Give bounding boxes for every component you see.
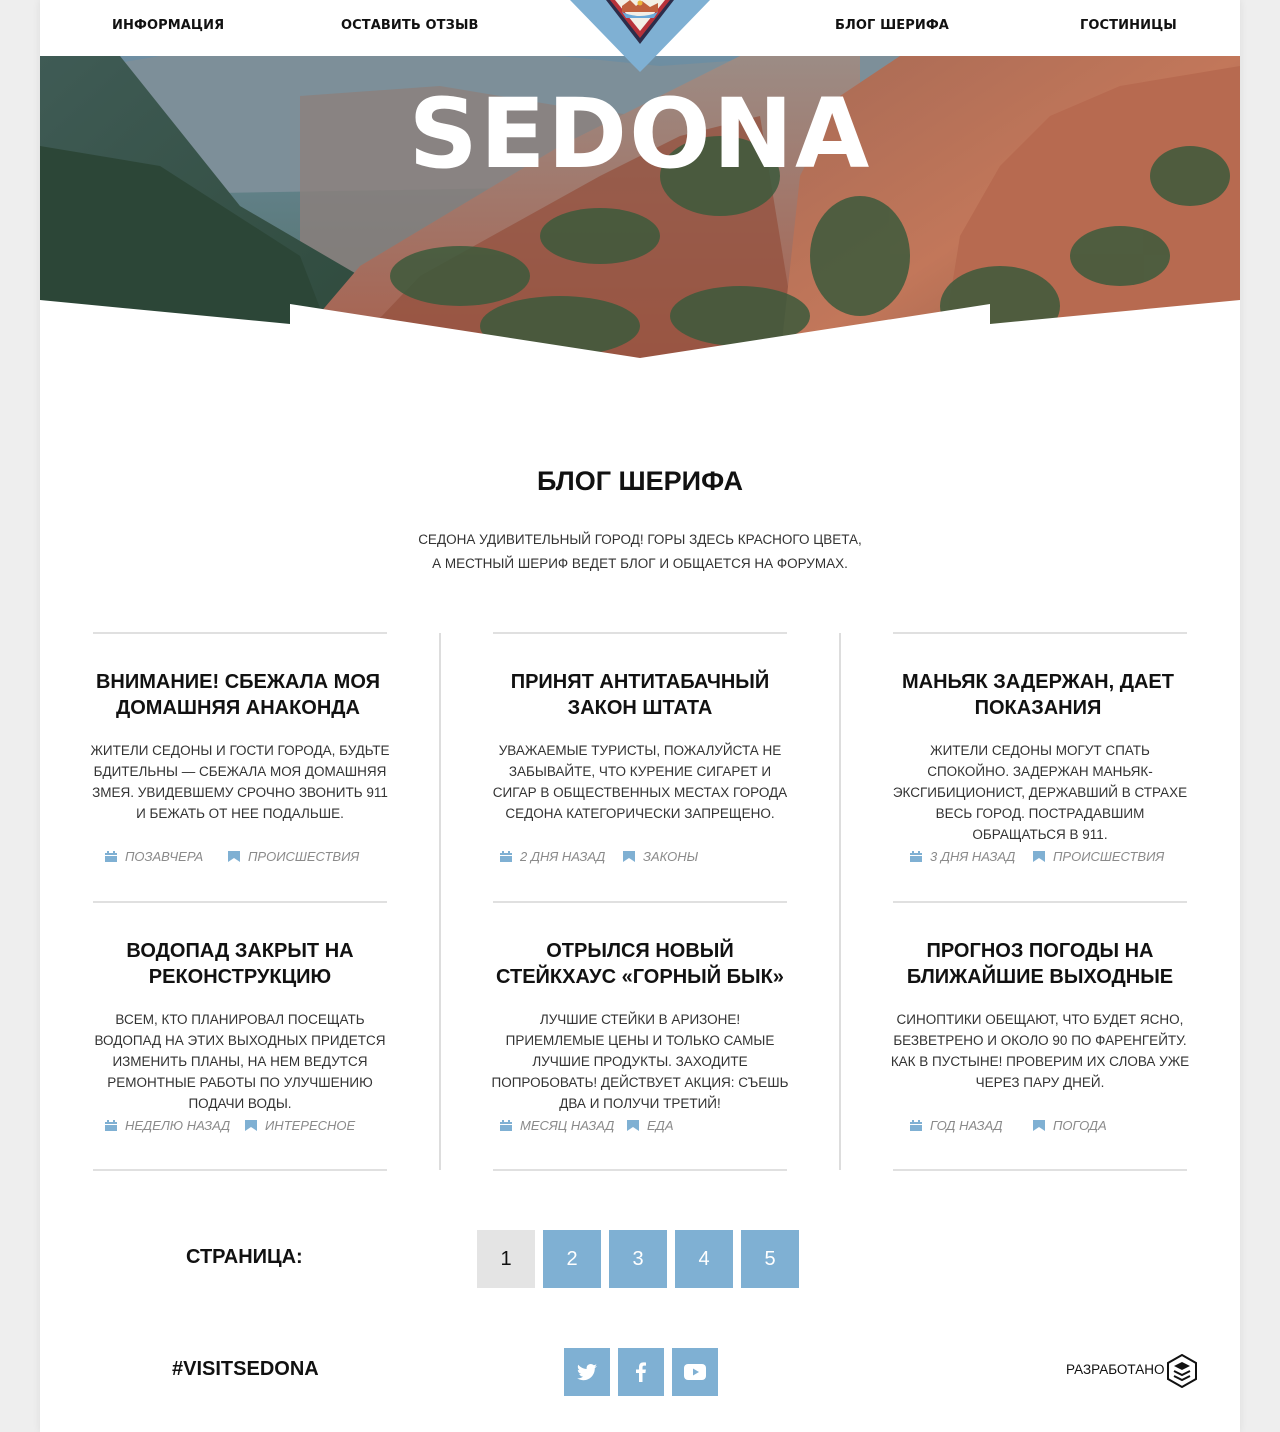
post-category-text: ПРОИСШЕСТВИЯ [248,849,360,864]
post-excerpt: ЛУЧШИЕ СТЕЙКИ В АРИЗОНЕ! ПРИЕМЛЕМЫЕ ЦЕНЫ… [491,1012,789,1111]
blog-section-title: БЛОГ ШЕРИФА [537,466,743,496]
column-divider [439,633,441,1170]
youtube-button[interactable] [672,1348,718,1396]
post-date-text: ГОД НАЗАД [930,1118,1003,1133]
post-category[interactable]: ЕДА [627,1118,674,1133]
facebook-icon [636,1362,646,1382]
calendar-icon [910,851,922,862]
post-title[interactable]: ВОДОПАД ЗАКРЫТ НА РЕКОНСТРУКЦИЮ [90,938,390,990]
page-button-4[interactable]: 4 [675,1230,733,1288]
pagination-label: СТРАНИЦА: [186,1246,303,1268]
post-title[interactable]: ПРОГНОЗ ПОГОДЫ НА БЛИЖАЙШИЕ ВЫХОДНЫЕ [890,938,1190,990]
card-divider [493,1169,787,1171]
post-title[interactable]: ОТРЫЛСЯ НОВЫЙ СТЕЙКХАУС «ГОРНЫЙ БЫК» [490,938,790,990]
post-category-text: ИНТЕРЕСНОЕ [265,1118,356,1133]
card-divider [893,901,1187,903]
post-excerpt: УВАЖАЕМЫЕ ТУРИСТЫ, ПОЖАЛУЙСТА НЕ ЗАБЫВАЙ… [492,743,788,821]
pagination: 1 2 3 4 5 [477,1230,799,1288]
youtube-icon [684,1364,706,1380]
post-date-text: ПОЗАВЧЕРА [125,849,204,864]
post-title[interactable]: ПРИНЯТ АНТИТАБАЧНЫЙ ЗАКОН ШТАТА [490,669,790,721]
post-date: НЕДЕЛЮ НАЗАД [105,1118,230,1133]
twitter-button[interactable] [564,1348,610,1396]
twitter-icon [577,1363,597,1380]
post-excerpt: ЖИТЕЛИ СЕДОНЫ И ГОСТИ ГОРОДА, БУДЬТЕ БДИ… [90,743,390,821]
post-category[interactable]: ПРОИСШЕСТВИЯ [228,849,359,864]
card-divider [493,632,787,634]
developer-logo-icon[interactable] [1167,1354,1197,1388]
calendar-icon [105,1120,117,1131]
calendar-icon [500,1120,512,1131]
card-divider [93,901,387,903]
post-meta: НЕДЕЛЮ НАЗАД ИНТЕРЕСНОЕ [90,1116,390,1136]
flag-icon [245,1120,257,1131]
flag-icon [623,851,635,862]
post-date-text: МЕСЯЦ НАЗАД [520,1118,615,1133]
post-date: 3 ДНЯ НАЗАД [910,849,1015,864]
card-divider [93,1169,387,1171]
hero-title: SEDONA [408,78,872,190]
page-button-3[interactable]: 3 [609,1230,667,1288]
post-meta: МЕСЯЦ НАЗАД ЕДА [490,1116,790,1136]
subtitle-line: СЕДОНА УДИВИТЕЛЬНЫЙ ГОРОД! ГОРЫ ЗДЕСЬ КР… [418,532,862,547]
card-divider [893,632,1187,634]
post-category-text: ПРОИСШЕСТВИЯ [1053,849,1165,864]
page-button-5[interactable]: 5 [741,1230,799,1288]
post-category-text: ПОГОДА [1053,1118,1107,1133]
flag-icon [627,1120,639,1131]
blog-section-subtitle: СЕДОНА УДИВИТЕЛЬНЫЙ ГОРОД! ГОРЫ ЗДЕСЬ КР… [380,528,900,576]
footer-hashtag[interactable]: #VISITSEDONA [172,1358,319,1381]
subtitle-line: А МЕСТНЫЙ ШЕРИФ ВЕДЕТ БЛОГ И ОБЩАЕТСЯ НА… [432,556,848,571]
post-date: ПОЗАВЧЕРА [105,849,203,864]
nav-link-blog[interactable]: БЛОГ ШЕРИФА [835,18,949,33]
post-category[interactable]: ЗАКОНЫ [623,849,698,864]
city-of-sedona-logo[interactable] [570,0,710,72]
post-meta: 2 ДНЯ НАЗАД ЗАКОНЫ [490,847,790,867]
page: ИНФОРМАЦИЯ ОСТАВИТЬ ОТЗЫВ БЛОГ ШЕРИФА ГО… [40,0,1240,1432]
post-category-text: ЗАКОНЫ [643,849,699,864]
flag-icon [1033,851,1045,862]
flag-icon [228,851,240,862]
post-excerpt: ЖИТЕЛИ СЕДОНЫ МОГУТ СПАТЬ СПОКОЙНО. ЗАДЕ… [892,743,1188,842]
card-divider [893,1169,1187,1171]
calendar-icon [500,851,512,862]
post-category[interactable]: ПРОИСШЕСТВИЯ [1033,849,1164,864]
calendar-icon [910,1120,922,1131]
post-category-text: ЕДА [647,1118,674,1133]
page-button-2[interactable]: 2 [543,1230,601,1288]
nav-link-info[interactable]: ИНФОРМАЦИЯ [112,18,224,33]
calendar-icon [105,851,117,862]
post-excerpt: СИНОПТИКИ ОБЕЩАЮТ, ЧТО БУДЕТ ЯСНО, БЕЗВЕ… [890,1012,1190,1090]
flag-icon [1033,1120,1045,1131]
page-button-1[interactable]: 1 [477,1230,535,1288]
card-divider [493,901,787,903]
post-date: МЕСЯЦ НАЗАД [500,1118,614,1133]
facebook-button[interactable] [618,1348,664,1396]
post-meta: 3 ДНЯ НАЗАД ПРОИСШЕСТВИЯ [890,847,1190,867]
post-category[interactable]: ПОГОДА [1033,1118,1107,1133]
nav-link-hotels[interactable]: ГОСТИНИЦЫ [1080,18,1177,33]
post-meta: ПОЗАВЧЕРА ПРОИСШЕСТВИЯ [90,847,390,867]
post-date: 2 ДНЯ НАЗАД [500,849,605,864]
post-excerpt: ВСЕМ, КТО ПЛАНИРОВАЛ ПОСЕЩАТЬ ВОДОПАД НА… [94,1012,386,1111]
social-links [564,1348,718,1396]
post-date-text: 3 ДНЯ НАЗАД [930,849,1016,864]
post-date-text: НЕДЕЛЮ НАЗАД [125,1118,231,1133]
developed-by-label: РАЗРАБОТАНО [1066,1362,1165,1377]
column-divider [839,633,841,1170]
post-date-text: 2 ДНЯ НАЗАД [520,849,606,864]
post-meta: ГОД НАЗАД ПОГОДА [890,1116,1190,1136]
nav-link-feedback[interactable]: ОСТАВИТЬ ОТЗЫВ [341,18,479,33]
post-date: ГОД НАЗАД [910,1118,1003,1133]
post-category[interactable]: ИНТЕРЕСНОЕ [245,1118,355,1133]
post-title[interactable]: МАНЬЯК ЗАДЕРЖАН, ДАЕТ ПОКАЗАНИЯ [888,669,1188,721]
card-divider [93,632,387,634]
post-title[interactable]: ВНИМАНИЕ! СБЕЖАЛА МОЯ ДОМАШНЯЯ АНАКОНДА [88,669,388,721]
